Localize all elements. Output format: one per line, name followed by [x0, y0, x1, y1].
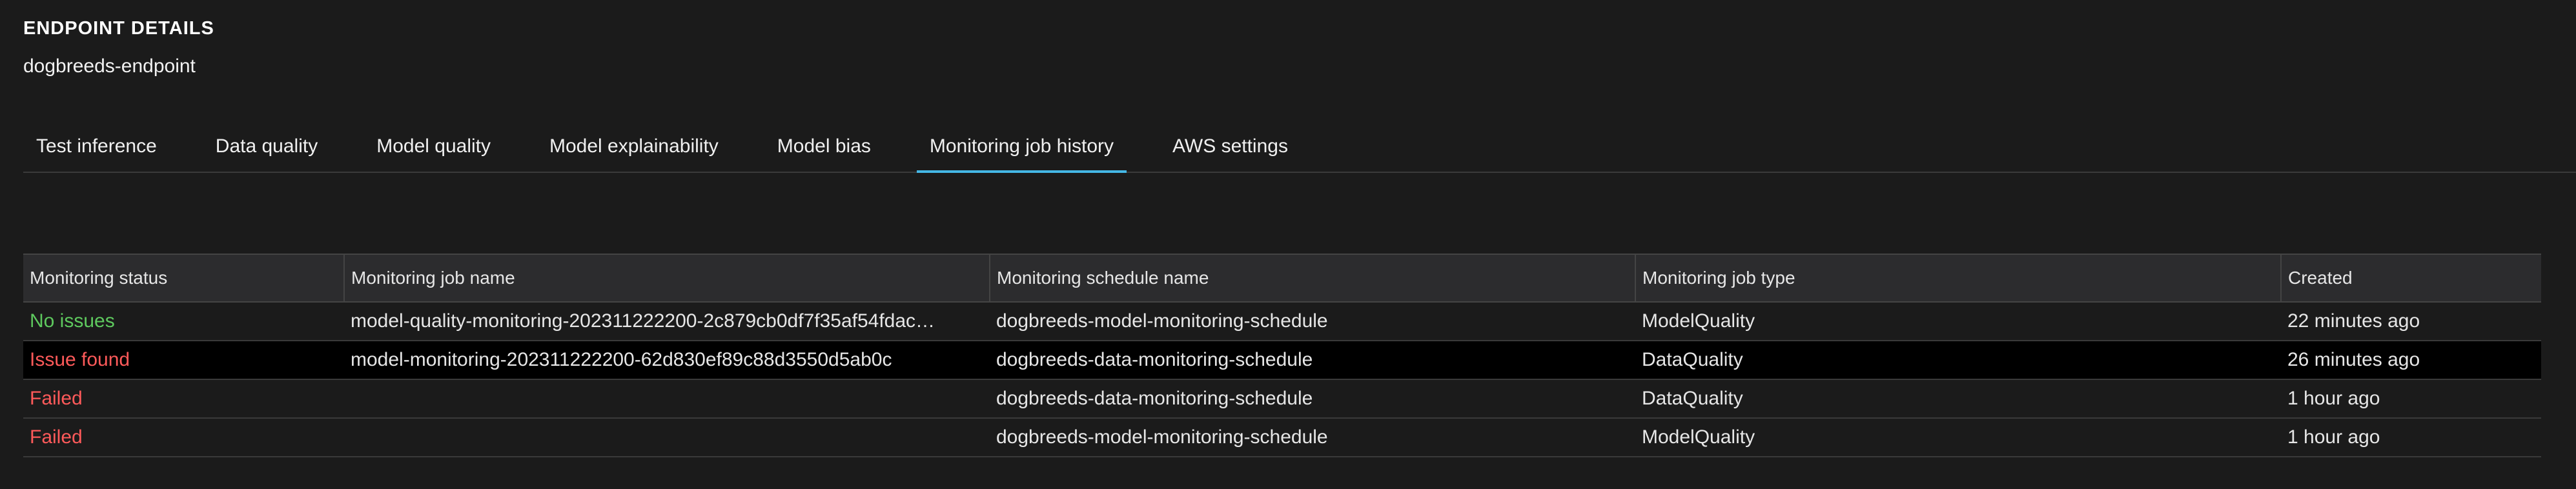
job-name-cell [344, 418, 990, 457]
table-row[interactable]: Failed dogbreeds-data-monitoring-schedul… [23, 379, 2541, 419]
job-type-cell: ModelQuality [1635, 418, 2281, 457]
schedule-name-cell: dogbreeds-data-monitoring-schedule [990, 341, 1635, 380]
column-header-job-name[interactable]: Monitoring job name [344, 254, 990, 303]
created-cell: 1 hour ago [2281, 379, 2541, 419]
job-type-cell: DataQuality [1635, 379, 2281, 419]
table-header-row: Monitoring status Monitoring job name Mo… [23, 254, 2541, 303]
status-cell: Failed [23, 418, 344, 457]
table-row[interactable]: Issue found model-monitoring-20231122220… [23, 341, 2541, 380]
tab-model-quality[interactable]: Model quality [363, 123, 504, 170]
status-cell: Issue found [23, 341, 344, 380]
table-row[interactable]: Failed dogbreeds-model-monitoring-schedu… [23, 418, 2541, 457]
tab-data-quality[interactable]: Data quality [203, 123, 331, 170]
job-name-cell: model-quality-monitoring-202311222200-2c… [344, 302, 990, 341]
job-type-cell: ModelQuality [1635, 302, 2281, 341]
column-header-job-type[interactable]: Monitoring job type [1635, 254, 2282, 303]
status-cell: Failed [23, 379, 344, 419]
schedule-name-cell: dogbreeds-model-monitoring-schedule [990, 418, 1635, 457]
column-header-status[interactable]: Monitoring status [23, 254, 345, 303]
tab-model-bias[interactable]: Model bias [764, 123, 884, 170]
created-cell: 26 minutes ago [2281, 341, 2541, 380]
created-cell: 22 minutes ago [2281, 302, 2541, 341]
section-heading: ENDPOINT DETAILS [23, 18, 214, 39]
created-cell: 1 hour ago [2281, 418, 2541, 457]
job-name-cell [344, 379, 990, 419]
job-name-cell: model-monitoring-202311222200-62d830ef89… [344, 341, 990, 380]
schedule-name-cell: dogbreeds-data-monitoring-schedule [990, 379, 1635, 419]
job-type-cell: DataQuality [1635, 341, 2281, 380]
tab-aws-settings[interactable]: AWS settings [1160, 123, 1301, 170]
table-row[interactable]: No issues model-quality-monitoring-20231… [23, 302, 2541, 341]
schedule-name-cell: dogbreeds-model-monitoring-schedule [990, 302, 1635, 341]
status-cell: No issues [23, 302, 344, 341]
column-header-created[interactable]: Created [2281, 254, 2541, 303]
column-header-schedule-name[interactable]: Monitoring schedule name [990, 254, 1636, 303]
tab-monitoring-job-history[interactable]: Monitoring job history [916, 123, 1127, 173]
tab-bar: Test inference Data quality Model qualit… [23, 123, 2576, 173]
endpoint-name: dogbreeds-endpoint [23, 55, 196, 77]
tab-model-explainability[interactable]: Model explainability [537, 123, 731, 170]
monitoring-job-table: Monitoring status Monitoring job name Mo… [23, 254, 2541, 457]
tab-test-inference[interactable]: Test inference [23, 123, 170, 170]
